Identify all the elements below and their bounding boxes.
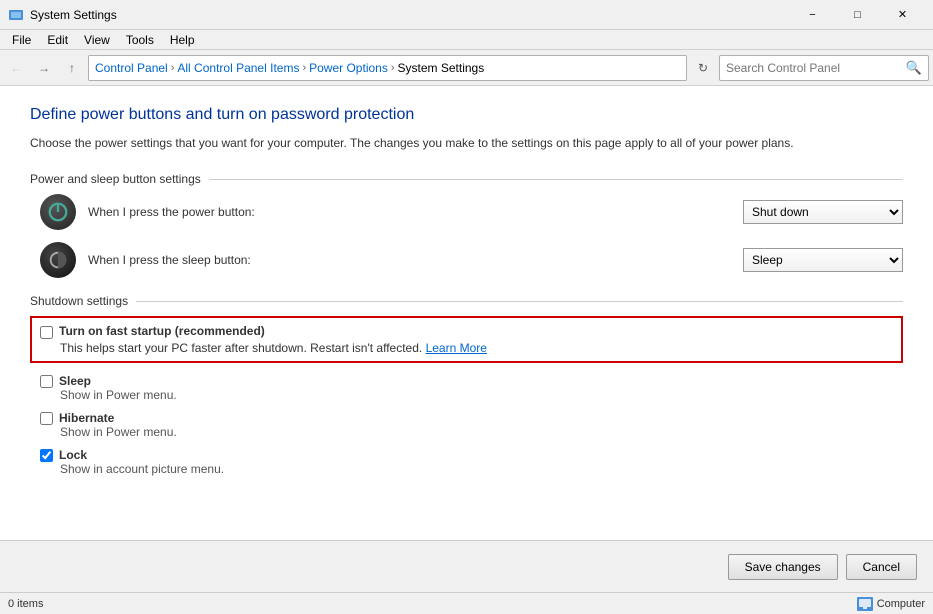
status-items: 0 items xyxy=(8,598,43,610)
lock-label: Lock xyxy=(59,448,87,462)
menu-edit[interactable]: Edit xyxy=(39,31,76,49)
breadcrumb: Control Panel › All Control Panel Items … xyxy=(88,55,687,81)
sleep-label: Sleep xyxy=(59,374,91,388)
bottom-bar: Save changes Cancel xyxy=(0,540,933,592)
power-button-label: When I press the power button: xyxy=(88,205,743,219)
search-box: 🔍 xyxy=(719,55,929,81)
minimize-button[interactable]: − xyxy=(790,0,835,30)
main-content: Define power buttons and turn on passwor… xyxy=(0,86,933,540)
sleep-row: Sleep xyxy=(40,373,903,388)
lock-item: Lock Show in account picture menu. xyxy=(30,447,903,476)
power-button-dropdown-wrapper: Shut down Sleep Hibernate Do nothing Tur… xyxy=(743,200,903,224)
breadcrumb-control-panel[interactable]: Control Panel xyxy=(95,61,168,75)
page-title: Define power buttons and turn on passwor… xyxy=(30,106,903,124)
breadcrumb-all-items[interactable]: All Control Panel Items xyxy=(177,61,299,75)
forward-button[interactable]: → xyxy=(32,56,56,80)
lock-row: Lock xyxy=(40,447,903,462)
cancel-button[interactable]: Cancel xyxy=(846,554,917,580)
window-controls: − □ ✕ xyxy=(790,0,925,30)
search-icon[interactable]: 🔍 xyxy=(906,60,922,76)
breadcrumb-current: System Settings xyxy=(398,61,485,75)
fast-startup-row: Turn on fast startup (recommended) xyxy=(40,324,893,339)
learn-more-link[interactable]: Learn More xyxy=(426,341,487,355)
hibernate-item: Hibernate Show in Power menu. xyxy=(30,410,903,439)
up-button[interactable]: ↑ xyxy=(60,56,84,80)
fast-startup-label: Turn on fast startup (recommended) xyxy=(59,324,265,338)
refresh-button[interactable]: ↻ xyxy=(691,56,715,80)
computer-icon xyxy=(857,597,873,611)
fast-startup-checkbox[interactable] xyxy=(40,326,53,339)
search-input[interactable] xyxy=(726,61,906,75)
shutdown-section-header: Shutdown settings xyxy=(30,294,903,308)
page-description: Choose the power settings that you want … xyxy=(30,134,903,152)
section-divider xyxy=(209,179,903,180)
lock-checkbox[interactable] xyxy=(40,449,53,462)
power-button-icon xyxy=(40,194,76,230)
fast-startup-item: Turn on fast startup (recommended) This … xyxy=(30,316,903,363)
app-icon xyxy=(8,7,24,23)
save-changes-button[interactable]: Save changes xyxy=(728,554,838,580)
hibernate-checkbox[interactable] xyxy=(40,412,53,425)
sleep-desc: Show in Power menu. xyxy=(60,388,903,402)
title-bar: System Settings − □ ✕ xyxy=(0,0,933,30)
power-button-row: When I press the power button: Shut down… xyxy=(30,194,903,230)
hibernate-row: Hibernate xyxy=(40,410,903,425)
breadcrumb-power-options[interactable]: Power Options xyxy=(309,61,388,75)
sleep-checkbox[interactable] xyxy=(40,375,53,388)
menu-file[interactable]: File xyxy=(4,31,39,49)
shutdown-section: Shutdown settings Turn on fast startup (… xyxy=(30,294,903,476)
menu-tools[interactable]: Tools xyxy=(118,31,162,49)
sleep-button-icon xyxy=(40,242,76,278)
sleep-button-dropdown-wrapper: Sleep Hibernate Do nothing Shut down xyxy=(743,248,903,272)
menu-view[interactable]: View xyxy=(76,31,118,49)
sleep-item: Sleep Show in Power menu. xyxy=(30,373,903,402)
maximize-button[interactable]: □ xyxy=(835,0,880,30)
back-button[interactable]: ← xyxy=(4,56,28,80)
address-bar: ← → ↑ Control Panel › All Control Panel … xyxy=(0,50,933,86)
sleep-button-row: When I press the sleep button: Sleep Hib… xyxy=(30,242,903,278)
status-right: Computer xyxy=(857,597,925,611)
close-button[interactable]: ✕ xyxy=(880,0,925,30)
hibernate-desc: Show in Power menu. xyxy=(60,425,903,439)
shutdown-divider xyxy=(136,301,903,302)
status-bar: 0 items Computer xyxy=(0,592,933,614)
sleep-button-dropdown[interactable]: Sleep Hibernate Do nothing Shut down xyxy=(743,248,903,272)
sleep-button-label: When I press the sleep button: xyxy=(88,253,743,267)
menu-help[interactable]: Help xyxy=(162,31,203,49)
lock-desc: Show in account picture menu. xyxy=(60,462,903,476)
computer-label: Computer xyxy=(877,598,925,610)
power-button-dropdown[interactable]: Shut down Sleep Hibernate Do nothing Tur… xyxy=(743,200,903,224)
window-title: System Settings xyxy=(30,8,790,22)
power-sleep-section-header: Power and sleep button settings xyxy=(30,172,903,186)
fast-startup-desc: This helps start your PC faster after sh… xyxy=(60,341,893,355)
hibernate-label: Hibernate xyxy=(59,411,114,425)
menu-bar: File Edit View Tools Help xyxy=(0,30,933,50)
